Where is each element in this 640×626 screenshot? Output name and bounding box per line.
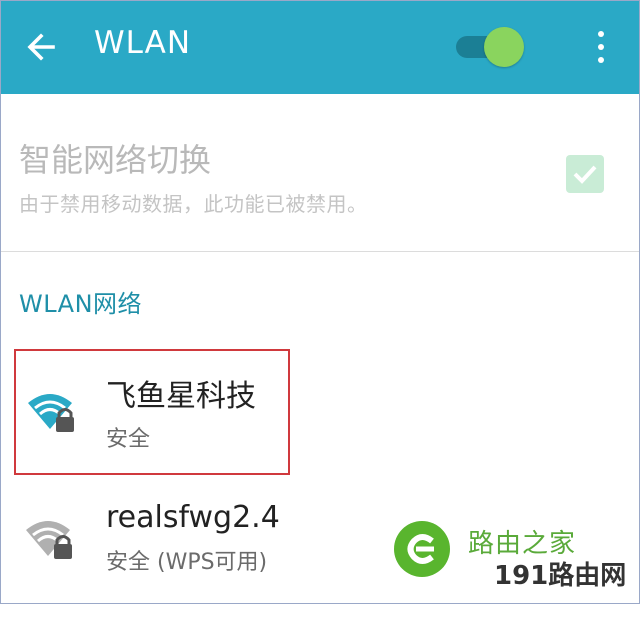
page-title: WLAN [94,25,192,61]
wifi-lock-icon [26,389,82,435]
wlan-toggle[interactable] [454,25,526,69]
watermark-site: 191路由网 [494,561,627,591]
check-icon [573,165,597,184]
divider [1,251,639,252]
network-name: 飞鱼星科技 [106,379,256,414]
network-status: 安全 (WPS可用) [106,550,268,575]
network-item-realsfwg[interactable]: realsfwg2.4 安全 (WPS可用) [14,500,344,626]
smart-switch-subtitle: 由于禁用移动数据，此功能已被禁用。 [19,192,368,216]
wlan-networks-header: WLAN网络 [19,290,143,318]
more-vert-icon[interactable] [593,29,609,65]
smart-switch-title: 智能网络切换 [19,141,212,179]
toggle-knob [484,27,524,67]
back-arrow-icon[interactable] [23,29,59,65]
network-status: 安全 [106,427,151,452]
network-name: realsfwg2.4 [106,500,280,535]
wifi-lock-icon [24,516,80,562]
app-bar: WLAN [1,1,639,94]
network-item-feiyuxing[interactable]: 飞鱼星科技 安全 [14,349,290,475]
smart-switch-checkbox[interactable] [566,155,604,193]
watermark-logo-icon [394,521,450,577]
